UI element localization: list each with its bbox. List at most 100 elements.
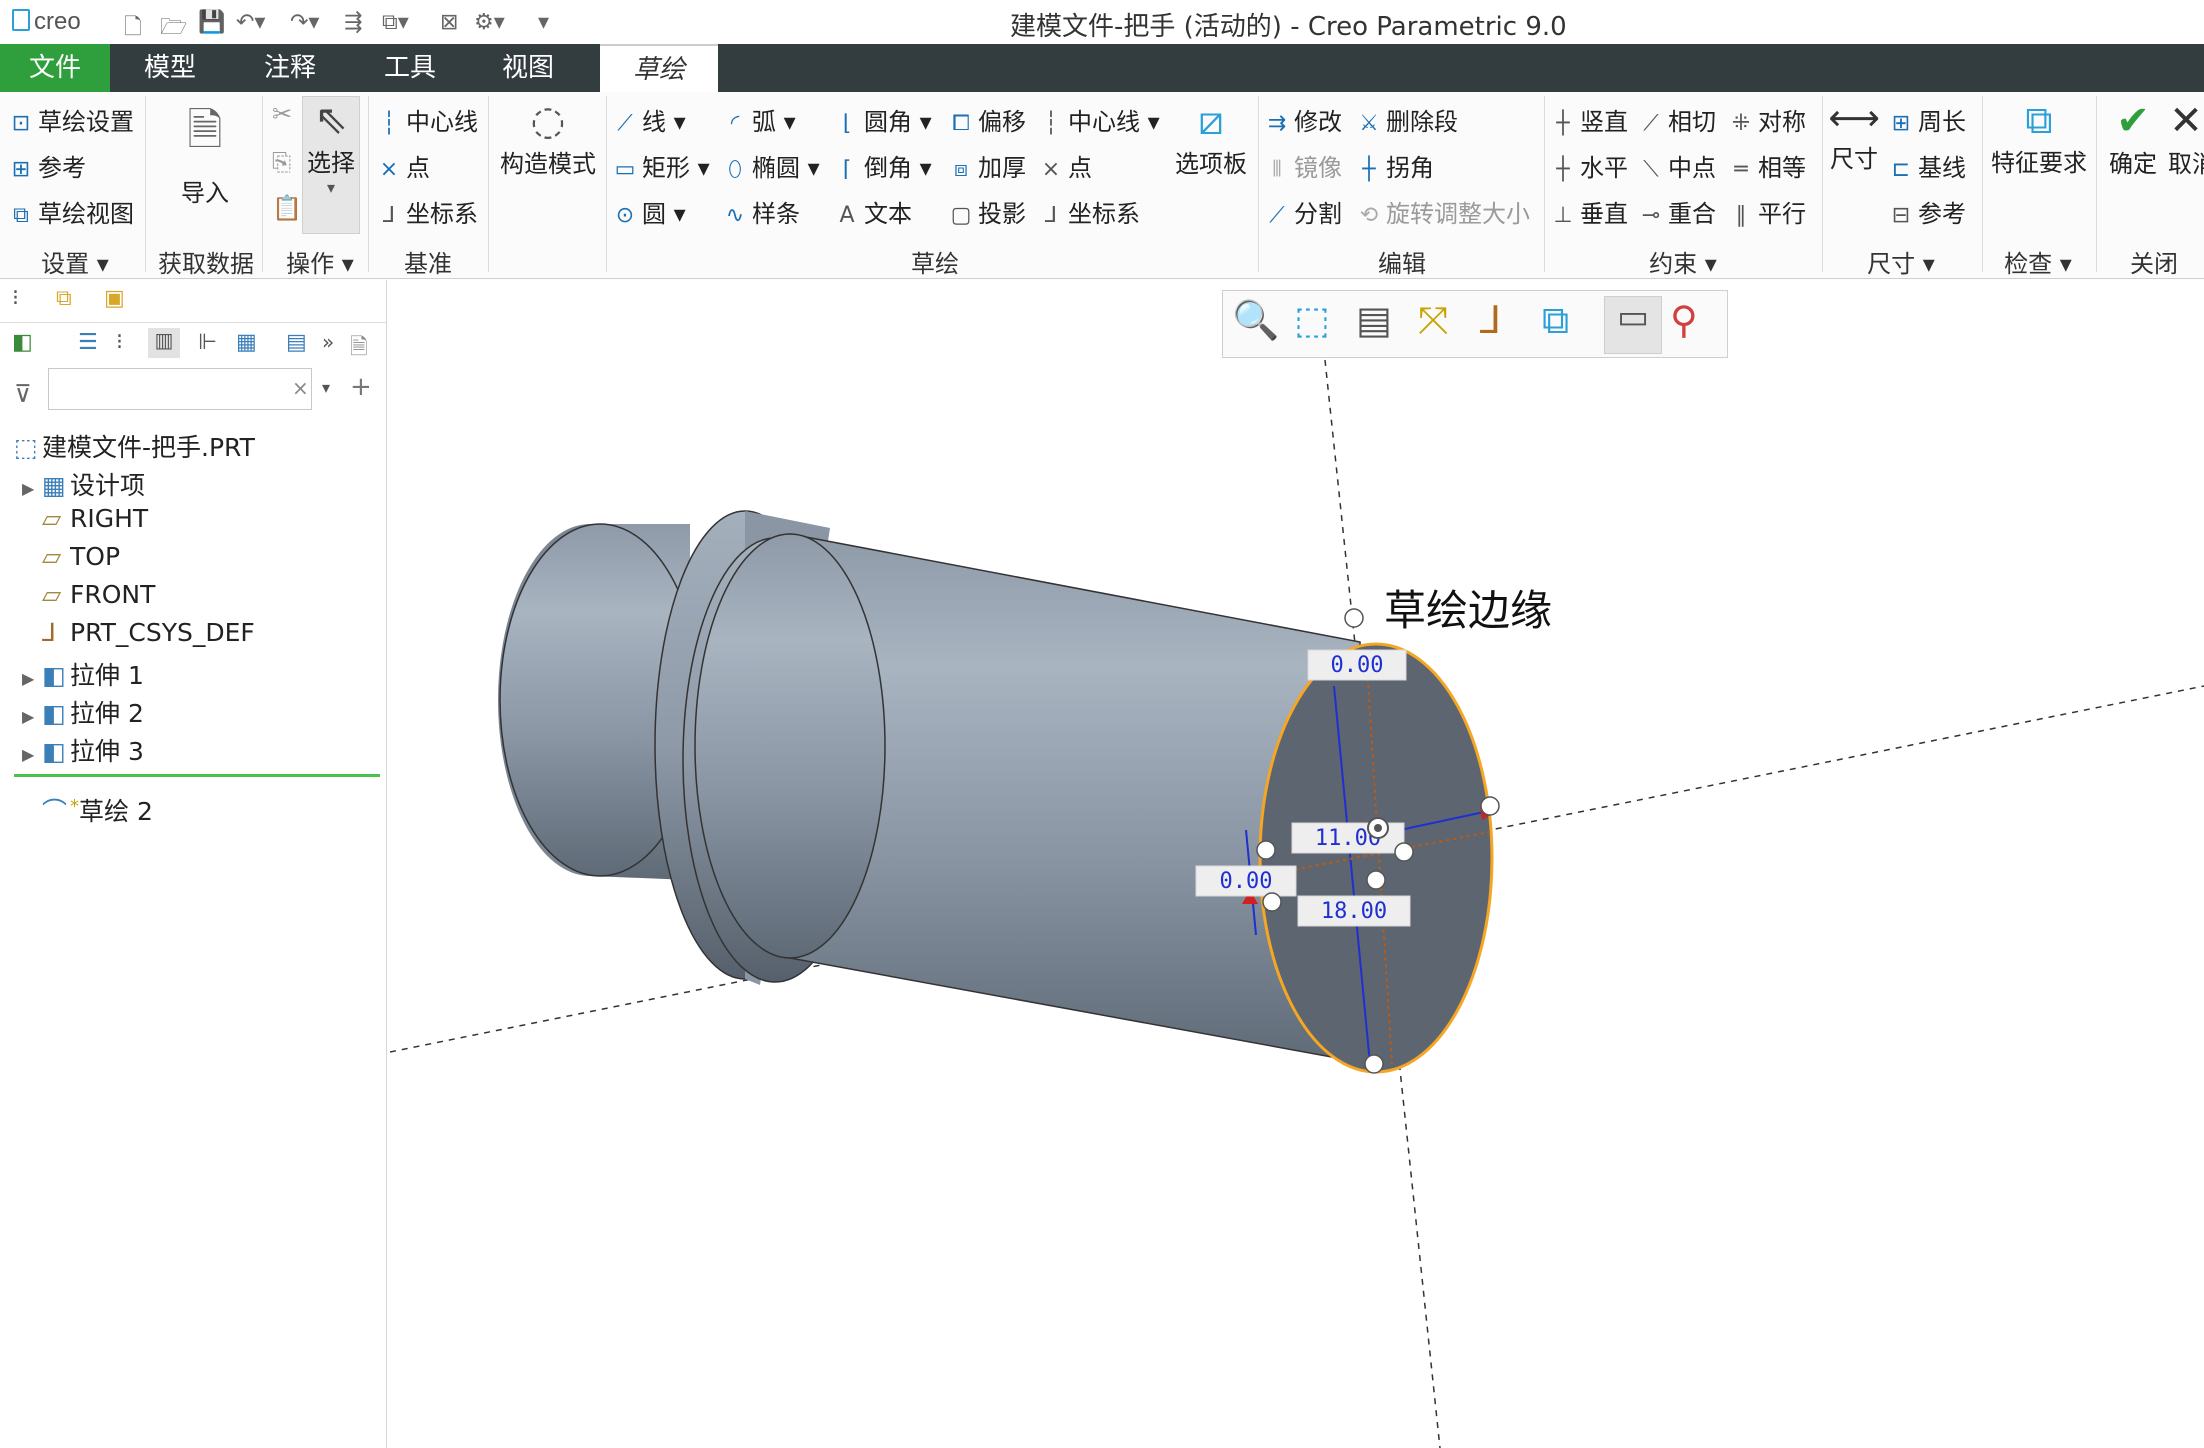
- modify-button[interactable]: ⇉ 修改: [1266, 102, 1342, 137]
- datum-centerline-button[interactable]: ┆ 中心线: [378, 102, 478, 137]
- tree-item-extrude-2[interactable]: ▶ ◧ 拉伸 2: [22, 694, 144, 730]
- tree-item-right-plane[interactable]: ▱ RIGHT: [42, 504, 148, 533]
- favorites-icon[interactable]: ▣: [104, 286, 125, 311]
- expand-arrow-icon[interactable]: ▶: [22, 745, 42, 764]
- regenerate-icon[interactable]: ⇶: [344, 10, 362, 35]
- tree-item-extrude-1[interactable]: ▶ ◧ 拉伸 1: [22, 656, 144, 692]
- references-button[interactable]: ⊞ 参考: [10, 148, 86, 183]
- feature-requirements-button[interactable]: ⧉ 特征要求: [1988, 98, 2090, 178]
- copy-icon[interactable]: ⎘: [272, 148, 291, 176]
- project-button[interactable]: ▢ 投影: [950, 194, 1026, 229]
- divide-button[interactable]: ⟋ 分割: [1266, 194, 1342, 229]
- parallel-constraint-button[interactable]: ∥ 平行: [1730, 194, 1807, 229]
- csys-display-icon[interactable]: ⅃: [1480, 298, 1501, 342]
- tab-annotate[interactable]: 注释: [240, 44, 340, 92]
- dimension-value[interactable]: 18.00: [1321, 899, 1387, 924]
- datum-display-icon[interactable]: ⤧: [1418, 298, 1448, 343]
- palette-button[interactable]: ⧄ 选项板: [1168, 98, 1254, 179]
- perimeter-button[interactable]: ⊞ 周长: [1890, 102, 1966, 137]
- group-dimension-label[interactable]: 尺寸 ▾: [1826, 244, 1976, 279]
- tree-item-extrude-3[interactable]: ▶ ◧ 拉伸 3: [22, 732, 144, 768]
- perpendicular-constraint-button[interactable]: ⊥ 垂直: [1552, 194, 1628, 229]
- dimension-button[interactable]: ⟷ 尺寸: [1826, 98, 1882, 174]
- coincident-constraint-button[interactable]: ⊸ 重合: [1640, 194, 1716, 229]
- reference-dim-button[interactable]: ⊟ 参考: [1890, 194, 1966, 229]
- graphics-window[interactable]: 0.00 11.00 0.00 18.00 草绘边缘: [390, 280, 2204, 1448]
- vertical-constraint-button[interactable]: ┼ 竖直: [1552, 102, 1628, 137]
- baseline-button[interactable]: ⊏ 基线: [1890, 148, 1966, 183]
- tree-columns-icon[interactable]: ▥: [148, 328, 180, 358]
- tab-view[interactable]: 视图: [478, 44, 578, 92]
- circle-button[interactable]: ⊙ 圆 ▾: [614, 194, 686, 229]
- open-file-icon[interactable]: 🗁: [160, 10, 187, 48]
- tree-settings-icon[interactable]: ⊩: [198, 330, 217, 355]
- line-button[interactable]: ⟋ 线 ▾: [614, 102, 685, 137]
- ok-button[interactable]: ✔ 确定: [2100, 98, 2166, 179]
- tree-filter-list-icon[interactable]: ⁝: [116, 330, 123, 355]
- tab-sketch[interactable]: 草绘: [600, 44, 718, 94]
- tree-item-csys[interactable]: ⅃ PRT_CSYS_DEF: [42, 618, 255, 647]
- group-constrain-label[interactable]: 约束 ▾: [1548, 244, 1818, 279]
- construction-mode-button[interactable]: ◌ 构造模式: [496, 98, 600, 179]
- add-column-icon[interactable]: +: [350, 372, 372, 402]
- midpoint-constraint-button[interactable]: ⟍ 中点: [1640, 148, 1716, 183]
- model-tree-search-input[interactable]: [48, 368, 312, 410]
- windows-icon[interactable]: ⧉▾: [382, 10, 409, 35]
- sketch-csys-button[interactable]: ⅃ 坐标系: [1040, 194, 1140, 229]
- corner-button[interactable]: ┼ 拐角: [1358, 148, 1434, 183]
- cut-icon[interactable]: ✂: [272, 100, 292, 128]
- ellipse-button[interactable]: ⬯ 椭圆 ▾: [724, 148, 820, 183]
- details-icon[interactable]: ▤: [286, 330, 307, 355]
- view-manager-icon[interactable]: ▤: [1356, 298, 1392, 342]
- thicken-button[interactable]: ⧈ 加厚: [950, 148, 1026, 183]
- arc-button[interactable]: ◜ 弧 ▾: [724, 102, 796, 137]
- horizontal-constraint-button[interactable]: ┼ 水平: [1552, 148, 1628, 183]
- import-button[interactable]: 🗎 导入: [160, 98, 250, 208]
- clear-search-icon[interactable]: ×: [292, 376, 309, 400]
- group-setup-label[interactable]: 设置 ▾: [10, 244, 140, 279]
- text-button[interactable]: A 文本: [836, 194, 912, 229]
- sketch-centerline-button[interactable]: ┆ 中心线 ▾: [1040, 102, 1159, 137]
- notes-icon[interactable]: 🗎: [350, 330, 368, 368]
- expand-arrow-icon[interactable]: ▶: [22, 707, 42, 726]
- model-tree-tab-icon[interactable]: ⁝: [12, 286, 19, 311]
- sketch-display-filter-icon[interactable]: ▭: [1604, 296, 1662, 354]
- insert-indicator[interactable]: [14, 774, 380, 777]
- sketch-settings-icon[interactable]: ⚲: [1670, 298, 1698, 342]
- tree-item-top-plane[interactable]: ▱ TOP: [42, 542, 120, 571]
- mirror-button[interactable]: ⫴ 镜像: [1266, 148, 1342, 183]
- offset-button[interactable]: ⧠ 偏移: [950, 102, 1026, 137]
- paste-icon[interactable]: 📋: [272, 194, 302, 222]
- redo-icon[interactable]: ↷▾: [290, 10, 319, 35]
- tab-file[interactable]: 文件: [0, 44, 110, 92]
- customize-toolbar-icon[interactable]: ▾: [538, 10, 549, 35]
- tree-list-icon[interactable]: ☰: [78, 330, 98, 355]
- select-button[interactable]: ⇖ 选择 ▾: [302, 96, 360, 234]
- dimension-value[interactable]: 0.00: [1331, 653, 1384, 678]
- orient-icon[interactable]: ⧉: [1542, 298, 1569, 343]
- undo-icon[interactable]: ↶▾: [236, 10, 265, 35]
- settings-icon[interactable]: ⚙▾: [474, 10, 505, 35]
- equal-constraint-button[interactable]: ═ 相等: [1730, 148, 1806, 183]
- folder-browser-icon[interactable]: ⧉: [56, 286, 72, 311]
- rectangle-button[interactable]: ▭ 矩形 ▾: [614, 148, 710, 183]
- layers-icon[interactable]: ▦: [236, 330, 257, 355]
- tangent-constraint-button[interactable]: ⟋ 相切: [1640, 102, 1716, 137]
- tree-item-design-items[interactable]: ▶ ▦ 设计项: [22, 466, 145, 502]
- datum-csys-button[interactable]: ⅃ 坐标系: [378, 194, 478, 229]
- tab-tools[interactable]: 工具: [360, 44, 460, 92]
- new-file-icon[interactable]: 🗋: [124, 10, 142, 48]
- save-icon[interactable]: 💾: [198, 10, 225, 35]
- tree-item-front-plane[interactable]: ▱ FRONT: [42, 580, 155, 609]
- expand-arrow-icon[interactable]: ▶: [22, 479, 42, 498]
- saved-views-icon[interactable]: ⬚: [1294, 298, 1330, 342]
- dimension-value[interactable]: 0.00: [1220, 869, 1273, 894]
- group-inspect-label[interactable]: 检查 ▾: [1986, 244, 2090, 279]
- cancel-button[interactable]: ✕ 取消: [2168, 98, 2204, 179]
- chamfer-button[interactable]: ⌈ 倒角 ▾: [836, 148, 932, 183]
- rotate-resize-button[interactable]: ⟲ 旋转调整大小: [1358, 194, 1530, 229]
- sketch-point-button[interactable]: × 点: [1040, 148, 1092, 183]
- symmetric-constraint-button[interactable]: ⁜ 对称: [1730, 102, 1806, 137]
- tree-item-sketch-2[interactable]: ⌒ *草绘 2: [42, 792, 153, 828]
- zoom-icon[interactable]: 🔍: [1232, 298, 1279, 343]
